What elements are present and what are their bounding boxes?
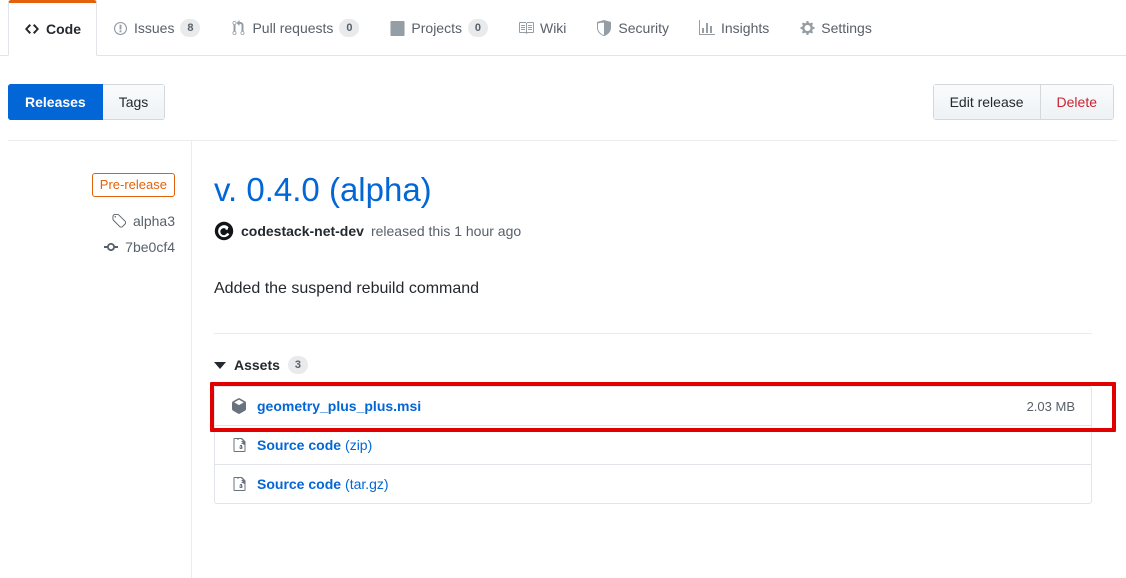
code-icon	[24, 21, 40, 37]
assets-label: Assets	[234, 357, 280, 374]
release-description: Added the suspend rebuild command	[214, 280, 480, 298]
tab-code-label: Code	[46, 21, 81, 37]
tab-wiki[interactable]: Wiki	[503, 0, 581, 56]
release-meta-sidebar: Pre-release alpha3 7be0cf4	[8, 141, 192, 578]
book-icon	[518, 20, 534, 36]
body-divider	[214, 333, 1092, 335]
tab-pull-requests-label: Pull requests	[252, 20, 334, 36]
git-pull-request-icon	[230, 20, 246, 36]
project-icon	[389, 20, 405, 36]
asset-size: 2.03 MB	[1026, 398, 1075, 414]
asset-row-source-zip[interactable]: Source code (zip)	[215, 425, 1091, 464]
release-content: Pre-release alpha3 7be0cf4 v. 0.4.0 (alp…	[8, 140, 1118, 578]
file-zip-icon	[231, 437, 247, 453]
tab-pull-requests[interactable]: Pull requests 0	[215, 0, 374, 56]
tab-projects-counter: 0	[467, 19, 488, 37]
tab-projects[interactable]: Projects 0	[374, 0, 503, 56]
tab-settings-label: Settings	[821, 20, 872, 36]
shield-icon	[596, 20, 612, 36]
graph-icon	[699, 20, 715, 36]
asset-name[interactable]: Source code	[257, 476, 341, 492]
assets-wrap: geometry_plus_plus.msi 2.03 MB Source co…	[210, 382, 1116, 505]
asset-row-source-targz[interactable]: Source code (tar.gz)	[215, 464, 1091, 503]
release-row: Pre-release alpha3 7be0cf4 v. 0.4.0 (alp…	[8, 141, 1118, 578]
tab-wiki-label: Wiki	[539, 20, 567, 36]
issue-opened-icon	[112, 20, 128, 36]
release-commit-label: 7be0cf4	[125, 239, 175, 255]
asset-name[interactable]: geometry_plus_plus.msi	[257, 398, 421, 414]
tab-issues-label: Issues	[134, 20, 175, 36]
tab-settings[interactable]: Settings	[784, 0, 887, 56]
tags-button[interactable]: Tags	[102, 84, 166, 120]
assets-toggle[interactable]: Assets 3	[214, 356, 1092, 375]
release-tag-label: alpha3	[132, 213, 175, 229]
file-zip-icon	[231, 476, 247, 492]
release-title[interactable]: v. 0.4.0 (alpha)	[214, 169, 1092, 210]
package-icon	[231, 398, 247, 415]
avatar[interactable]	[214, 221, 234, 241]
prerelease-badge: Pre-release	[91, 173, 175, 197]
github-release-page: Code Issues 8 Pull requests 0 Projects 0…	[0, 0, 1126, 578]
release-body: v. 0.4.0 (alpha) codestack-net-dev relea…	[192, 141, 1118, 578]
release-commit[interactable]: 7be0cf4	[8, 239, 175, 255]
asset-extension: (zip)	[345, 437, 373, 454]
gear-icon	[799, 20, 815, 36]
tab-issues[interactable]: Issues 8	[97, 0, 215, 56]
asset-row-msi[interactable]: geometry_plus_plus.msi 2.03 MB	[215, 387, 1091, 425]
tab-pull-requests-counter: 0	[339, 19, 360, 37]
repository-nav: Code Issues 8 Pull requests 0 Projects 0…	[0, 0, 1126, 56]
repository-nav-list: Code Issues 8 Pull requests 0 Projects 0…	[8, 0, 887, 56]
release-byline: codestack-net-dev released this 1 hour a…	[214, 221, 1092, 241]
tab-insights[interactable]: Insights	[684, 0, 784, 56]
releases-button[interactable]: Releases	[8, 84, 103, 120]
assets-counter: 3	[287, 356, 308, 375]
release-actions: Edit release Delete	[932, 84, 1114, 120]
releases-subheader: Releases Tags Edit release Delete	[0, 56, 1126, 140]
git-commit-icon	[103, 239, 119, 255]
release-tag[interactable]: alpha3	[8, 213, 175, 229]
asset-extension: (tar.gz)	[345, 476, 389, 493]
tab-insights-label: Insights	[721, 20, 770, 36]
delete-release-button[interactable]: Delete	[1040, 84, 1114, 120]
chevron-down-icon	[214, 361, 226, 369]
edit-release-button[interactable]: Edit release	[932, 84, 1041, 120]
tab-projects-label: Projects	[411, 20, 462, 36]
assets-list: geometry_plus_plus.msi 2.03 MB Source co…	[214, 386, 1092, 505]
releases-tags-toggle: Releases Tags	[8, 84, 166, 120]
tab-issues-counter: 8	[180, 19, 201, 37]
asset-name[interactable]: Source code	[257, 437, 341, 453]
tab-security[interactable]: Security	[581, 0, 684, 56]
release-author[interactable]: codestack-net-dev	[241, 223, 364, 239]
release-byline-suffix: released this 1 hour ago	[370, 223, 522, 240]
tag-icon	[111, 213, 127, 229]
tab-security-label: Security	[618, 20, 669, 36]
tab-code[interactable]: Code	[8, 0, 97, 56]
